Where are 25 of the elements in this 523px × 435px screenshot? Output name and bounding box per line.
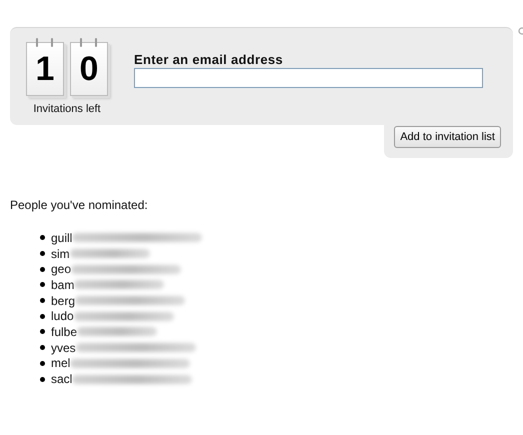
bullet-icon — [40, 329, 45, 334]
bullet-icon — [40, 251, 45, 256]
bullet-icon — [40, 266, 45, 272]
person-name: guill — [51, 230, 72, 245]
person-name: berg — [51, 294, 76, 308]
person-name: sim — [51, 246, 70, 261]
bullet-icon — [40, 345, 45, 350]
bullet-icon — [40, 314, 45, 319]
person-name: geo — [51, 262, 72, 276]
bullet-icon — [40, 360, 45, 366]
person-name: yves — [51, 340, 76, 355]
email-field[interactable] — [134, 68, 483, 88]
person-name: ludo — [51, 309, 74, 324]
bullet-icon — [40, 282, 45, 288]
bullet-icon — [40, 376, 45, 382]
bullet-icon — [40, 235, 45, 240]
person-name: sacl — [51, 372, 72, 386]
person-name: mel — [51, 356, 70, 370]
counter-label: Invitations left — [33, 103, 101, 115]
email-label: Enter an email address — [134, 52, 284, 67]
person-name: fulbe — [51, 324, 78, 339]
bullet-icon — [40, 298, 45, 304]
person-name: bam — [51, 278, 74, 292]
nominated-heading: People you've nominated: — [10, 198, 149, 212]
add-button[interactable]: Add to invitation list — [394, 126, 501, 148]
